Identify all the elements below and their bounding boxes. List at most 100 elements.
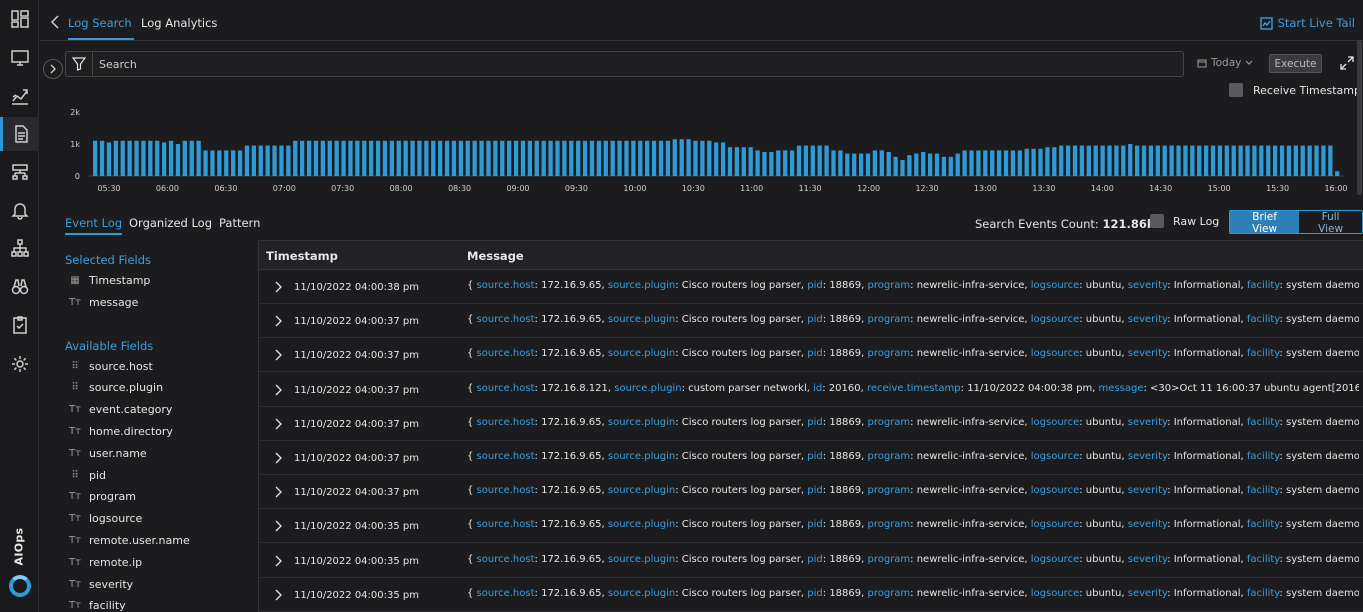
field-remote-user-name[interactable]: Tт remote.user.name (68, 531, 190, 549)
receive-timestamp-checkbox[interactable] (1229, 83, 1243, 97)
field-timestamp[interactable]: ▦ Timestamp (68, 271, 150, 289)
table-row[interactable]: 11/10/2022 04:00:35 pm { source.host: 172… (259, 509, 1363, 544)
histogram-bar[interactable] (576, 140, 581, 176)
histogram-bar[interactable] (907, 155, 912, 176)
histogram-bar[interactable] (389, 140, 394, 176)
histogram-bar[interactable] (327, 140, 332, 176)
column-timestamp[interactable]: Timestamp (266, 249, 338, 263)
histogram-bar[interactable] (486, 140, 491, 176)
histogram-bar[interactable] (921, 152, 926, 176)
histogram-bar[interactable] (720, 142, 726, 176)
histogram-bar[interactable] (714, 142, 719, 176)
histogram-bar[interactable] (810, 145, 815, 176)
histogram-bar[interactable] (879, 150, 884, 176)
metrics-icon[interactable] (0, 79, 39, 113)
histogram-bar[interactable] (1024, 148, 1029, 176)
chevron-right-icon[interactable] (274, 384, 282, 396)
histogram-bar[interactable] (1086, 145, 1091, 176)
histogram-bar[interactable] (934, 153, 940, 176)
histogram-bar[interactable] (638, 140, 643, 176)
histogram-bar[interactable] (541, 140, 546, 176)
tab-event-log[interactable]: Event Log (65, 216, 123, 235)
histogram-bar[interactable] (1134, 145, 1140, 176)
histogram-bar[interactable] (362, 140, 367, 176)
back-chevron-icon[interactable] (49, 15, 61, 29)
histogram-bar[interactable] (707, 140, 712, 176)
histogram-bar[interactable] (1266, 145, 1271, 176)
histogram-bar[interactable] (396, 140, 401, 176)
histogram-bar[interactable] (672, 139, 677, 176)
field-logsource[interactable]: Tт logsource (68, 510, 142, 528)
histogram-bar[interactable] (431, 140, 436, 176)
histogram-bar[interactable] (603, 140, 608, 176)
histogram-bar[interactable] (990, 150, 995, 176)
histogram-bar[interactable] (1321, 145, 1326, 176)
tab-log-analytics[interactable]: Log Analytics (141, 16, 217, 30)
histogram-bar[interactable] (410, 140, 415, 176)
histogram-bar[interactable] (168, 140, 174, 176)
field-facility[interactable]: Tт facility (68, 597, 126, 612)
receive-timestamp-toggle[interactable]: Receive Timestamp (1229, 83, 1361, 97)
histogram-bar[interactable] (776, 150, 781, 176)
table-row[interactable]: 11/10/2022 04:00:37 pm { source.host: 172… (259, 338, 1363, 373)
chevron-right-icon[interactable] (274, 486, 282, 498)
histogram-bar[interactable] (679, 139, 684, 176)
chevron-right-icon[interactable] (274, 281, 282, 293)
histogram-bar[interactable] (741, 147, 746, 176)
column-message[interactable]: Message (467, 249, 524, 263)
field-remote-ip[interactable]: Tт remote.ip (68, 553, 142, 571)
histogram-bar[interactable] (1252, 145, 1257, 176)
histogram-bar[interactable] (941, 156, 947, 176)
histogram-bar[interactable] (341, 140, 346, 176)
histogram-bar[interactable] (458, 140, 464, 176)
histogram-bar[interactable] (417, 140, 422, 176)
table-row[interactable]: 11/10/2022 04:00:38 pm { source.host: 172… (259, 270, 1363, 304)
histogram-bar[interactable] (1203, 145, 1209, 176)
histogram-bar[interactable] (1128, 144, 1133, 176)
histogram-bar[interactable] (1279, 145, 1285, 176)
histogram-bar[interactable] (120, 140, 125, 176)
histogram-bar[interactable] (1190, 145, 1195, 176)
settings-icon[interactable] (0, 347, 39, 381)
histogram-bar[interactable] (279, 145, 284, 176)
histogram-bar[interactable] (582, 140, 588, 176)
histogram-bar[interactable] (1238, 145, 1243, 176)
histogram-bar[interactable] (189, 140, 194, 176)
histogram-bar[interactable] (465, 140, 470, 176)
histogram-bar[interactable] (617, 140, 622, 176)
histogram-bar[interactable] (693, 140, 698, 176)
histogram-bar[interactable] (141, 140, 146, 176)
histogram-bar[interactable] (1197, 145, 1202, 176)
histogram-bar[interactable] (1100, 145, 1105, 176)
histogram-bar[interactable] (451, 140, 457, 176)
histogram-bar[interactable] (272, 145, 277, 176)
full-view-button[interactable]: Full View (1299, 211, 1362, 233)
histogram-bar[interactable] (831, 150, 836, 176)
histogram-bar[interactable] (155, 140, 160, 176)
histogram-bar[interactable] (1169, 145, 1174, 176)
histogram-bar[interactable] (645, 140, 650, 176)
histogram-bar[interactable] (479, 140, 484, 176)
field-severity[interactable]: Tт severity (68, 575, 133, 593)
histogram-bar[interactable] (734, 147, 740, 176)
field-pid[interactable]: ⠿ pid (68, 466, 106, 484)
histogram-bar[interactable] (1293, 145, 1298, 176)
histogram-bar[interactable] (348, 140, 353, 176)
histogram-bar[interactable] (134, 140, 139, 176)
histogram-bar[interactable] (403, 140, 408, 176)
histogram-bar[interactable] (99, 140, 105, 176)
histogram-bar[interactable] (244, 145, 250, 176)
histogram-bar[interactable] (300, 140, 305, 176)
histogram-bar[interactable] (196, 140, 201, 176)
histogram-bar[interactable] (783, 150, 788, 176)
histogram-bar[interactable] (217, 150, 222, 176)
histogram-bar[interactable] (624, 140, 629, 176)
histogram-bar[interactable] (534, 140, 539, 176)
histogram-bar[interactable] (231, 150, 236, 176)
histogram-bar[interactable] (1045, 147, 1050, 176)
histogram-bar[interactable] (817, 145, 822, 176)
histogram-bar[interactable] (1300, 145, 1305, 176)
histogram-bar[interactable] (845, 153, 850, 176)
histogram-bar[interactable] (824, 145, 829, 176)
table-row[interactable]: 11/10/2022 04:00:37 pm { source.host: 172… (259, 373, 1363, 407)
